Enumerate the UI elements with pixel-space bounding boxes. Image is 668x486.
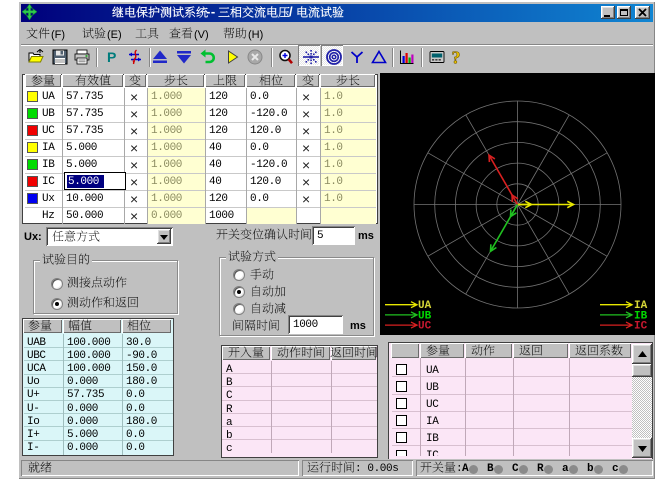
svg-text:P: P <box>107 49 116 65</box>
svg-text:?: ? <box>452 49 461 65</box>
svg-text:IC: IC <box>634 321 648 333</box>
svg-text:UC: UC <box>418 321 432 333</box>
